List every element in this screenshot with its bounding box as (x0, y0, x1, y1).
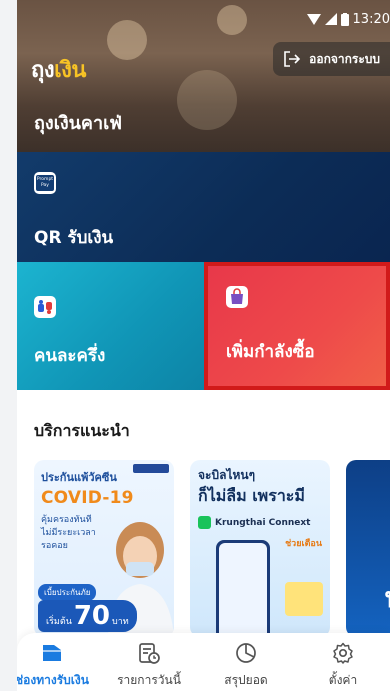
app-logo: ถุงเงิน (31, 52, 86, 87)
boost-purchasing-tile[interactable]: เพิ่มกำลังซื้อ (204, 262, 390, 390)
bokeh-light (107, 20, 147, 60)
bokeh-light (177, 70, 237, 130)
half-half-label: คนละครึ่ง (34, 346, 106, 366)
qr-receive-label: QR รับเงิน (34, 228, 114, 248)
mini-card-illustration (285, 582, 323, 616)
bottom-navigation: ช่องทางรับเงิน รายการวันนี้ สรุปยอด ตั้ง… (15, 633, 390, 691)
promo-card-partial[interactable]: ฟ (346, 460, 390, 637)
logout-button[interactable]: ออกจากระบบ (273, 42, 390, 76)
pie-chart-icon (236, 643, 256, 663)
shopping-bag-icon (226, 286, 248, 308)
card1-sub: คุ้มครองทันที ไม่มีระยะเวลา รอคอย (41, 514, 101, 553)
left-edge-strip (0, 0, 17, 691)
promptpay-icon-text-2: Pay (41, 183, 49, 188)
battery-icon (340, 12, 349, 26)
recommended-services-title: บริการแนะนำ (34, 421, 130, 440)
promptpay-icon: Prompt Pay (34, 172, 56, 194)
card3-partial-text: ฟ (384, 576, 390, 620)
bokeh-light (217, 5, 247, 35)
card1-sub-line: รอคอย (41, 541, 68, 552)
status-bar: 13:20 (306, 8, 390, 30)
shop-name: ถุงเงินคาเฟ่ (34, 113, 122, 134)
half-half-tile[interactable]: คนละครึ่ง (17, 262, 204, 390)
wifi-icon (306, 13, 321, 25)
nav-payment-channels[interactable]: ช่องทางรับเงิน (2, 641, 102, 690)
logout-icon (284, 51, 301, 67)
phone-illustration (216, 540, 270, 637)
logo-part-2: เงิน (54, 58, 86, 83)
half-half-icon (34, 296, 56, 318)
nav-label: ตั้งค่า (328, 673, 358, 687)
price-prefix: เริ่มต้น (46, 617, 72, 627)
boost-purchasing-label: เพิ่มกำลังซื้อ (226, 342, 315, 362)
qr-receive-tile[interactable]: Prompt Pay QR รับเงิน (17, 152, 390, 262)
price-unit: บาท (112, 617, 129, 627)
nav-summary[interactable]: สรุปยอด (196, 641, 296, 690)
line-app-icon (198, 516, 211, 529)
help-text: ช่วยเตือน (285, 539, 322, 549)
app-name-chip: Krungthai Connext (198, 516, 310, 529)
card2-title-line1: จะบิลไหนๆ (198, 468, 256, 482)
app-name: Krungthai Connext (215, 517, 311, 528)
card1-title: ประกันแพ้วัคซีน (41, 471, 117, 484)
gear-icon (333, 642, 353, 664)
insurer-logo (133, 464, 169, 473)
card1-sub-line: ไม่มีระยะเวลา (41, 528, 96, 539)
nav-label: ช่องทางรับเงิน (15, 673, 89, 687)
receipt-clock-icon (139, 643, 160, 664)
nav-label: รายการวันนี้ (117, 673, 181, 687)
logo-part-1: ถุง (31, 58, 55, 83)
status-time: 13:20 (352, 11, 390, 27)
covid-insurance-card[interactable]: ประกันแพ้วัคซีน COVID-19 คุ้มครองทันที ไ… (34, 460, 174, 637)
nav-settings[interactable]: ตั้งค่า (304, 641, 382, 690)
price-tag: เริ่มต้น 70 บาท (38, 600, 137, 632)
nav-label: สรุปยอด (224, 673, 268, 687)
card1-sub-line: คุ้มครองทันที (41, 515, 92, 525)
logout-label: ออกจากระบบ (309, 51, 380, 66)
card2-title-line2: ก็ไม่ลืม เพราะมี (198, 486, 305, 505)
card1-headline: COVID-19 (41, 488, 134, 508)
nav-today-transactions[interactable]: รายการวันนี้ (99, 641, 199, 690)
price-value: 70 (73, 601, 111, 631)
premium-badge: เบี้ยประกันภัย (38, 584, 97, 601)
header-banner: 13:20 ถุงเงิน ออกจากระบบ ถุงเงินคาเฟ่ (17, 0, 390, 152)
wallet-icon (43, 645, 61, 661)
bill-reminder-card[interactable]: จะบิลไหนๆ ก็ไม่ลืม เพราะมี Krungthai Con… (190, 460, 330, 637)
cellular-signal-icon (324, 13, 337, 25)
